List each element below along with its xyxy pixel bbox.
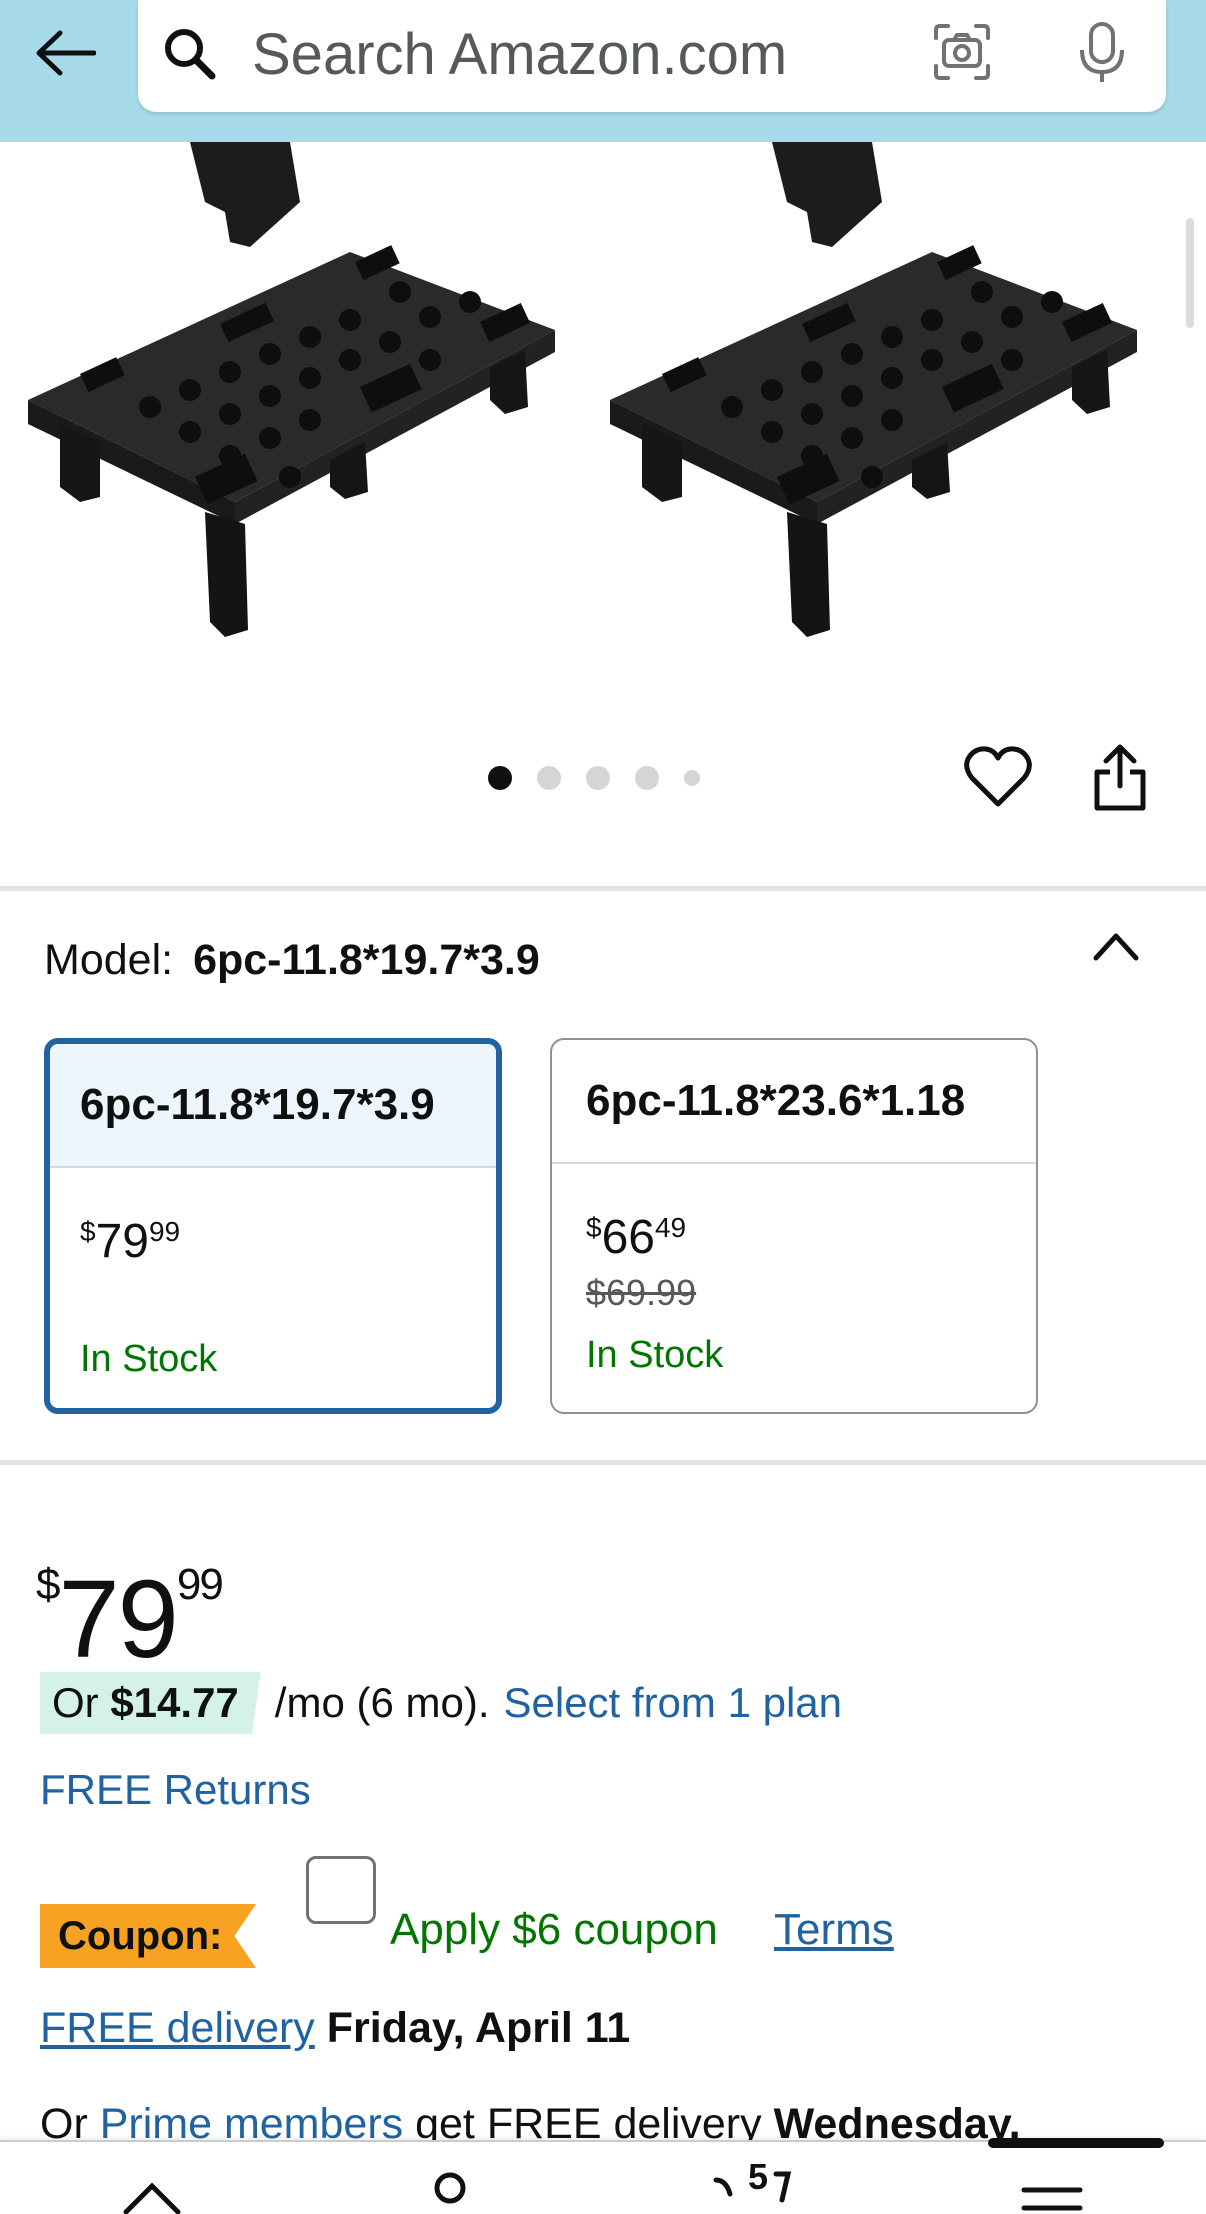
share-icon[interactable] (1090, 742, 1150, 814)
cart-button[interactable]: 5 (712, 2156, 802, 2214)
image-pagination-dots[interactable] (488, 766, 725, 790)
apply-coupon-label[interactable]: Apply $6 coupon (390, 1900, 718, 1960)
pagination-dot[interactable] (684, 770, 700, 786)
free-delivery-link[interactable]: FREE delivery (40, 2004, 315, 2052)
search-icon (165, 29, 216, 80)
microphone-icon[interactable] (1070, 18, 1134, 86)
product-image-gallery[interactable] (0, 142, 1206, 842)
model-option-price: $6649 (586, 1211, 687, 1264)
coupon-checkbox[interactable] (306, 1856, 376, 1924)
model-option-name: 6pc-11.8*23.6*1.18 (552, 1040, 1036, 1164)
model-option-price: $7999 (80, 1215, 181, 1268)
product-image (28, 142, 1137, 637)
installment-term: /mo (6 mo). (274, 1679, 490, 1726)
model-option-name: 6pc-11.8*19.7*3.9 (50, 1044, 496, 1168)
section-divider (0, 1460, 1206, 1465)
section-divider (0, 886, 1206, 891)
header-bar: Search Amazon.com (0, 0, 1206, 142)
pagination-dot[interactable] (586, 766, 610, 790)
model-option-stock: In Stock (586, 1334, 724, 1376)
model-selected-value: 6pc-11.8*19.7*3.9 (193, 936, 540, 984)
delivery-info: FREE delivery Friday, April 11 (40, 1998, 630, 2058)
back-button[interactable] (30, 18, 100, 88)
coupon-terms-link[interactable]: Terms (774, 1900, 894, 1960)
model-option-card[interactable]: 6pc-11.8*23.6*1.18 $6649 $69.99 In Stock (550, 1038, 1038, 1414)
arrow-left-icon (36, 30, 96, 76)
home-icon[interactable] (120, 2176, 184, 2214)
pagination-dot-active[interactable] (488, 766, 512, 790)
profile-icon[interactable] (428, 2170, 472, 2214)
search-bar[interactable]: Search Amazon.com (138, 0, 1166, 112)
nav-indicator (988, 2138, 1164, 2148)
cart-count: 5 (748, 2156, 769, 2197)
coupon-badge: Coupon: (40, 1904, 256, 1968)
chevron-up-icon[interactable] (1090, 926, 1142, 966)
model-option-list-price: $69.99 (586, 1272, 697, 1313)
model-selector-label: Model: 6pc-11.8*19.7*3.9 (44, 930, 540, 990)
pagination-dot[interactable] (635, 766, 659, 790)
scrollbar[interactable] (1186, 218, 1194, 328)
camera-scan-icon[interactable] (930, 20, 994, 84)
product-price: $7999 (36, 1558, 224, 1681)
installment-badge: Or $14.77 (40, 1672, 261, 1734)
model-label: Model: (44, 936, 174, 984)
heart-icon[interactable] (962, 744, 1034, 810)
model-option-card-selected[interactable]: 6pc-11.8*19.7*3.9 $7999 In Stock (44, 1038, 502, 1414)
delivery-date: Friday, April 11 (326, 2004, 631, 2052)
free-returns-link[interactable]: FREE Returns (40, 1762, 311, 1818)
model-option-stock: In Stock (80, 1338, 218, 1380)
installment-plan: Or $14.77 /mo (6 mo). Select from 1 plan (40, 1672, 842, 1734)
search-input[interactable]: Search Amazon.com (252, 20, 787, 90)
select-plan-link[interactable]: Select from 1 plan (504, 1672, 843, 1734)
menu-icon[interactable] (1020, 2186, 1084, 2214)
pagination-dot[interactable] (537, 766, 561, 790)
